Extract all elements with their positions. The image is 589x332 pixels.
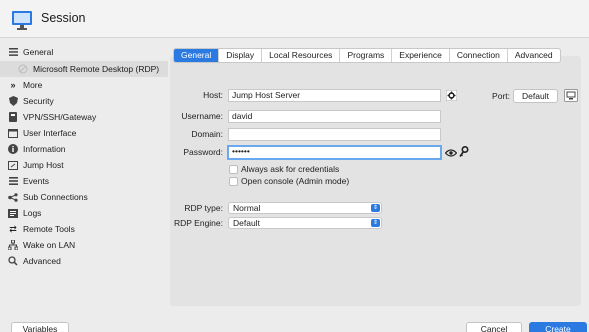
domain-label: Domain:	[191, 129, 223, 139]
window-header: Session	[0, 0, 589, 38]
page-title: Session	[41, 11, 86, 25]
sidebar-item-label: Remote Tools	[23, 224, 75, 234]
tab-programs[interactable]: Programs	[340, 49, 393, 62]
always-ask-checkbox[interactable]	[229, 165, 238, 174]
sidebar-item-label: Events	[23, 176, 49, 186]
rdp-type-value: Normal	[233, 203, 261, 213]
sidebar-item-label: Microsoft Remote Desktop (RDP)	[33, 64, 160, 74]
events-icon	[8, 176, 18, 186]
sidebar-item-label: Information	[23, 144, 66, 154]
username-label: Username:	[181, 111, 223, 121]
domain-field[interactable]	[228, 128, 441, 141]
sidebar-item-label: Jump Host	[23, 160, 64, 170]
logs-icon	[8, 208, 18, 218]
monitor-icon	[12, 11, 32, 30]
always-ask-label: Always ask for credentials	[241, 164, 340, 174]
sidebar-item-security[interactable]: Security	[0, 93, 168, 109]
sidebar-item-remote-tools[interactable]: ⇄ Remote Tools	[0, 221, 168, 237]
rdp-type-select[interactable]: Normal ⇕	[228, 202, 382, 214]
password-field[interactable]: ••••••	[227, 145, 442, 160]
shield-icon	[8, 96, 18, 106]
host-label: Host:	[203, 90, 223, 100]
chevron-updown-icon: ⇕	[371, 204, 380, 212]
variables-button[interactable]: Variables	[11, 322, 69, 332]
tab-advanced[interactable]: Advanced	[508, 49, 560, 62]
rdp-type-label: RDP type:	[184, 203, 223, 213]
sidebar-item-jump-host[interactable]: Jump Host	[0, 157, 168, 173]
sidebar: General Microsoft Remote Desktop (RDP) »…	[0, 43, 168, 313]
key-icon[interactable]	[457, 145, 471, 158]
gateway-icon	[8, 112, 18, 122]
sidebar-item-label: Logs	[23, 208, 42, 218]
sidebar-item-events[interactable]: Events	[0, 173, 168, 189]
sidebar-item-label: Sub Connections	[23, 192, 88, 202]
sidebar-item-label: More	[23, 80, 43, 90]
port-default-button[interactable]: Default	[513, 89, 558, 103]
sidebar-item-information[interactable]: Information	[0, 141, 168, 157]
sidebar-item-general[interactable]: General	[0, 44, 168, 60]
info-icon	[8, 144, 18, 154]
sidebar-item-rdp[interactable]: Microsoft Remote Desktop (RDP)	[0, 61, 168, 77]
password-label: Password:	[183, 147, 223, 157]
sidebar-item-more[interactable]: » More	[0, 77, 168, 93]
chevron-updown-icon: ⇕	[371, 219, 380, 227]
tab-local-resources[interactable]: Local Resources	[262, 49, 341, 62]
port-label: Port:	[492, 91, 510, 101]
window-icon	[8, 128, 18, 138]
sidebar-item-label: Wake on LAN	[23, 240, 76, 250]
username-field[interactable]: david	[228, 110, 441, 123]
tab-connection[interactable]: Connection	[450, 49, 508, 62]
sidebar-item-sub-connections[interactable]: Sub Connections	[0, 189, 168, 205]
connections-icon	[8, 192, 18, 202]
create-button[interactable]: Create	[529, 322, 587, 332]
list-icon	[8, 47, 18, 57]
rdp-engine-value: Default	[233, 218, 260, 228]
host-field[interactable]: Jump Host Server	[228, 89, 441, 102]
tab-general[interactable]: General	[174, 49, 220, 62]
sidebar-item-label: Security	[23, 96, 54, 106]
sidebar-item-label: Advanced	[23, 256, 61, 266]
rdp-icon	[18, 64, 28, 74]
sidebar-item-user-interface[interactable]: User Interface	[0, 125, 168, 141]
tab-display[interactable]: Display	[219, 49, 263, 62]
open-console-checkbox[interactable]	[229, 177, 238, 186]
sidebar-item-label: General	[23, 47, 54, 57]
jump-host-icon	[8, 160, 18, 170]
sidebar-item-vpn[interactable]: VPN/SSH/Gateway	[0, 109, 168, 125]
network-icon	[8, 240, 18, 250]
tab-experience[interactable]: Experience	[392, 49, 450, 62]
cancel-button[interactable]: Cancel	[466, 322, 522, 332]
sidebar-item-label: VPN/SSH/Gateway	[23, 112, 97, 122]
open-console-label: Open console (Admin mode)	[241, 176, 350, 186]
advanced-icon	[8, 256, 18, 266]
rdp-engine-label: RDP Engine:	[174, 218, 223, 228]
sidebar-item-advanced[interactable]: Advanced	[0, 253, 168, 269]
sidebar-item-logs[interactable]: Logs	[0, 205, 168, 221]
rdp-engine-select[interactable]: Default ⇕	[228, 217, 382, 229]
double-chevron-icon: »	[10, 80, 16, 90]
sidebar-item-label: User Interface	[23, 128, 77, 138]
tab-bar: General Display Local Resources Programs…	[173, 48, 561, 63]
gear-icon[interactable]	[444, 89, 458, 102]
tools-icon: ⇄	[9, 223, 17, 234]
eye-icon[interactable]	[444, 146, 458, 159]
computer-picker-icon[interactable]	[563, 87, 579, 103]
sidebar-item-wake-on-lan[interactable]: Wake on LAN	[0, 237, 168, 253]
